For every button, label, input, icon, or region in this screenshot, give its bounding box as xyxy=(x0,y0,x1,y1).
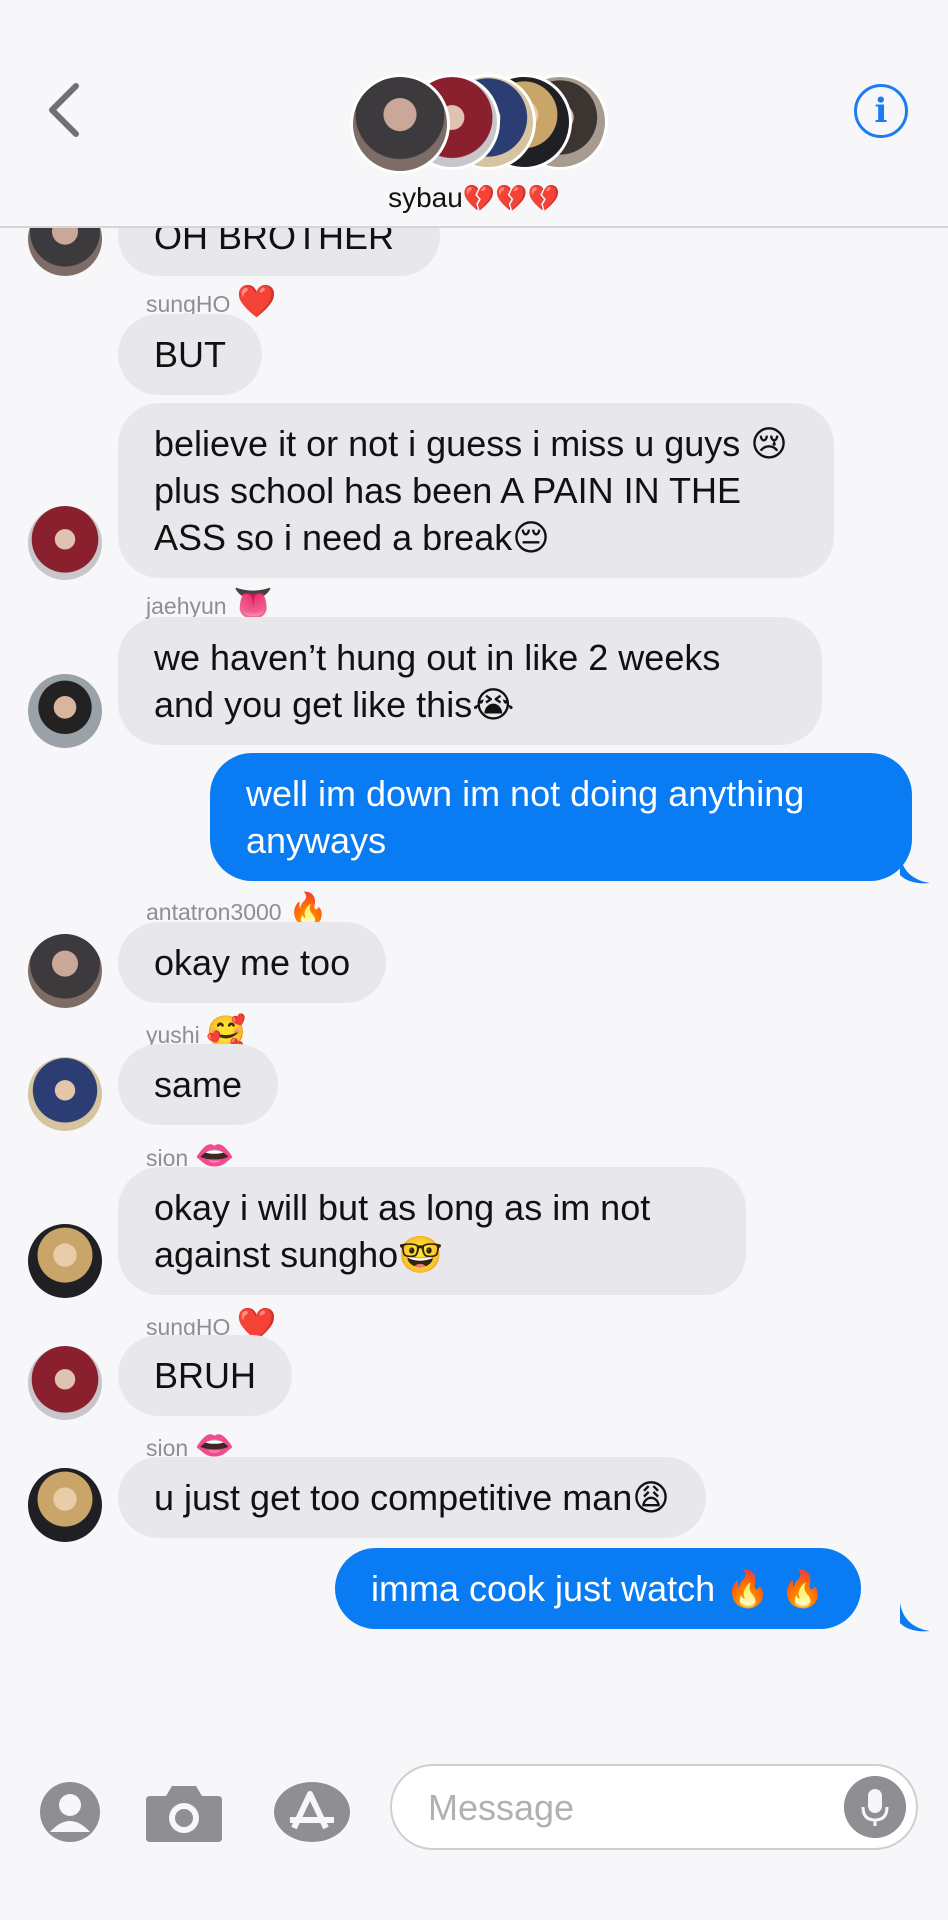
message-bubble[interactable]: believe it or not i guess i miss u guys … xyxy=(118,403,834,578)
message-text: okay i will but as long as im not agains… xyxy=(154,1187,651,1275)
info-icon[interactable]: i xyxy=(854,84,908,138)
message-bubble-outgoing[interactable]: imma cook just watch 🔥 🔥 xyxy=(335,1548,861,1629)
message-bubble[interactable]: okay i will but as long as im not agains… xyxy=(118,1167,746,1295)
message-text: well im down im not doing anything anywa… xyxy=(246,773,805,861)
message-bubble[interactable]: BUT xyxy=(118,314,262,395)
avatar[interactable] xyxy=(28,934,102,1008)
avatar[interactable] xyxy=(28,1224,102,1298)
group-name[interactable]: sybau💔💔💔 xyxy=(0,182,948,214)
message-thread[interactable]: OH BROTHER sungHO ❤️ BUT believe it or n… xyxy=(0,0,948,1740)
message-bubble[interactable]: we haven’t hung out in like 2 weeks and … xyxy=(118,617,822,745)
back-chevron-icon[interactable] xyxy=(44,82,84,138)
sender-emoji: ❤️ xyxy=(236,282,277,320)
app-store-icon[interactable] xyxy=(270,1780,354,1844)
camera-icon[interactable] xyxy=(144,1780,224,1844)
bubble-tail-icon xyxy=(900,855,930,884)
group-avatar-stack[interactable] xyxy=(350,74,610,174)
message-text: BUT xyxy=(154,334,226,375)
message-field[interactable] xyxy=(390,1764,918,1850)
message-bubble-outgoing[interactable]: well im down im not doing anything anywa… xyxy=(210,753,912,881)
message-text: u just get too competitive man😩 xyxy=(154,1477,670,1518)
message-text: BRUH xyxy=(154,1355,257,1396)
message-input[interactable] xyxy=(426,1784,810,1832)
avatar[interactable] xyxy=(28,674,102,748)
message-text: okay me too xyxy=(154,942,351,983)
message-text: imma cook just watch 🔥 🔥 xyxy=(371,1568,825,1609)
broken-heart-emojis: 💔💔💔 xyxy=(462,183,560,213)
avatar[interactable] xyxy=(28,1468,102,1542)
mic-icon[interactable] xyxy=(844,1776,906,1838)
message-text: same xyxy=(154,1064,243,1105)
avatar[interactable] xyxy=(28,506,102,580)
conversation-header: sybau💔💔💔 i xyxy=(0,0,948,228)
message-text: believe it or not i guess i miss u guys … xyxy=(154,423,788,558)
message-bubble[interactable]: u just get too competitive man😩 xyxy=(118,1457,706,1538)
message-text: we haven’t hung out in like 2 weeks and … xyxy=(154,637,721,725)
group-member-avatar xyxy=(350,74,450,174)
message-bubble[interactable]: BRUH xyxy=(118,1335,293,1416)
message-bubble[interactable]: same xyxy=(118,1044,279,1125)
message-bubble[interactable]: okay me too xyxy=(118,922,387,1003)
bubble-tail-icon xyxy=(900,1603,930,1632)
avatar[interactable] xyxy=(28,1057,102,1131)
avatar[interactable] xyxy=(28,1346,102,1420)
contact-icon[interactable] xyxy=(38,1780,102,1844)
